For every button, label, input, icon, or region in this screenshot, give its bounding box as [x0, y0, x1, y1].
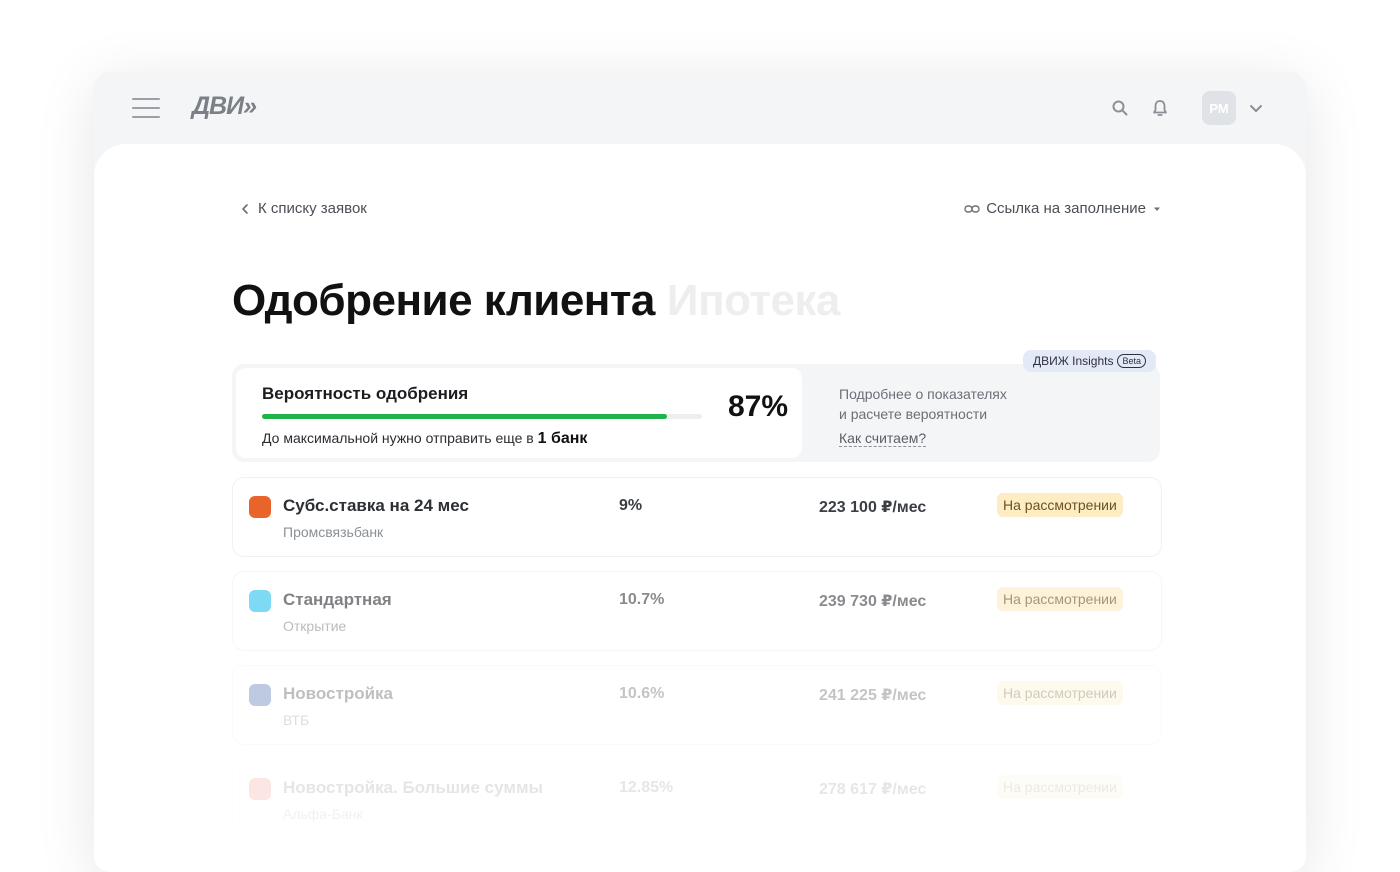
insights-badge: ДВИЖ Insights Beta	[1022, 350, 1156, 372]
offer-bank: Промсвязьбанк	[283, 524, 384, 540]
chevron-down-icon[interactable]	[1248, 100, 1264, 116]
app-window: ДВИ» РМ К списку заявок Ссылка на заполн…	[94, 72, 1306, 872]
status-badge: На рассмотрении	[997, 587, 1123, 611]
offer-row[interactable]: Новостройка ВТБ 10.6% 241 225 ₽/мес На рассм…	[232, 665, 1162, 745]
bank-logo-icon	[249, 778, 271, 800]
how-we-calculate-link[interactable]: Как считаем?	[839, 430, 927, 447]
offer-payment: 278 617 ₽/мес	[819, 781, 927, 798]
bank-logo-icon	[249, 684, 271, 706]
status-badge: На рассмотрении	[997, 775, 1123, 799]
offer-bank: ВТБ	[283, 712, 310, 728]
fill-link-label: Ссылка на заполнение	[986, 200, 1146, 217]
offer-row[interactable]: Стандартная Открытие 10.7% 239 730 ₽/мес На …	[232, 571, 1162, 651]
insights-line-1: Подробнее о показателях	[839, 386, 1007, 402]
caret-down-icon	[1154, 207, 1160, 211]
offer-payment: 241 225 ₽/мес	[819, 687, 927, 704]
status-badge: На рассмотрении	[997, 681, 1123, 705]
offer-rate: 10.6%	[619, 685, 665, 702]
offer-bank: Альфа-Банк	[283, 806, 363, 822]
offer-row[interactable]: Субс.ставка на 24 мес Промсвязьбанк 9% 223 …	[232, 477, 1162, 557]
insights-badge-label: ДВИЖ Insights	[1032, 354, 1114, 368]
bell-icon[interactable]	[1150, 98, 1170, 118]
offer-bank: Открытие	[283, 618, 347, 634]
offer-name: Новостройка	[283, 684, 394, 703]
page-subtitle: Ипотека	[666, 276, 841, 325]
offer-payment: 239 730 ₽/мес	[819, 593, 927, 610]
approval-hint-text: До максимальной нужно отправить еще в	[262, 430, 534, 446]
approval-label: Вероятность одобрения	[262, 384, 469, 403]
insights-line-2: и расчете вероятности	[839, 406, 988, 422]
back-to-list-link[interactable]: К списку заявок	[240, 200, 367, 217]
approval-progress-fill	[262, 414, 667, 419]
offer-row[interactable]: Новостройка. Большие суммы Альфа-Банк 12.8…	[232, 759, 1162, 839]
beta-badge: Beta	[1117, 354, 1146, 368]
offer-rate: 10.7%	[619, 591, 665, 608]
page-title-text: Одобрение клиента	[232, 276, 655, 325]
avatar[interactable]: РМ	[1202, 91, 1236, 125]
bank-logo-icon	[249, 590, 271, 612]
bank-logo-icon	[249, 496, 271, 518]
top-bar: ДВИ» РМ	[94, 72, 1306, 144]
main-content: К списку заявок Ссылка на заполнение Одо…	[94, 144, 1306, 872]
menu-icon[interactable]	[132, 97, 160, 119]
chevron-left-icon	[242, 203, 248, 214]
approval-progress-bar	[262, 414, 702, 419]
approval-panel: Вероятность одобрения 87% До максимально…	[232, 350, 1160, 462]
link-icon	[964, 204, 980, 213]
search-icon[interactable]	[1110, 98, 1130, 118]
offer-payment: 223 100 ₽/мес	[819, 499, 927, 516]
offer-name: Новостройка. Большие суммы	[283, 778, 544, 797]
back-link-label: К списку заявок	[258, 200, 367, 217]
offer-name: Стандартная	[283, 590, 392, 609]
status-badge: На рассмотрении	[997, 493, 1123, 517]
approval-hint: До максимальной нужно отправить еще в 1 …	[262, 430, 587, 448]
fill-link-dropdown[interactable]: Ссылка на заполнение	[964, 200, 1162, 217]
insights-description: Подробнее о показателях и расчете вероят…	[839, 384, 1007, 424]
approval-percent: 87%	[728, 390, 789, 423]
logo[interactable]: ДВИ»	[192, 92, 257, 121]
offer-name: Субс.ставка на 24 мес	[283, 496, 469, 515]
offer-rate: 9%	[619, 497, 643, 514]
page-title: Одобрение клиента Ипотека	[232, 276, 840, 326]
approval-card: Вероятность одобрения 87% До максимально…	[236, 368, 802, 458]
offer-rate: 12.85%	[619, 779, 674, 796]
approval-hint-value: 1 банк	[537, 430, 588, 447]
